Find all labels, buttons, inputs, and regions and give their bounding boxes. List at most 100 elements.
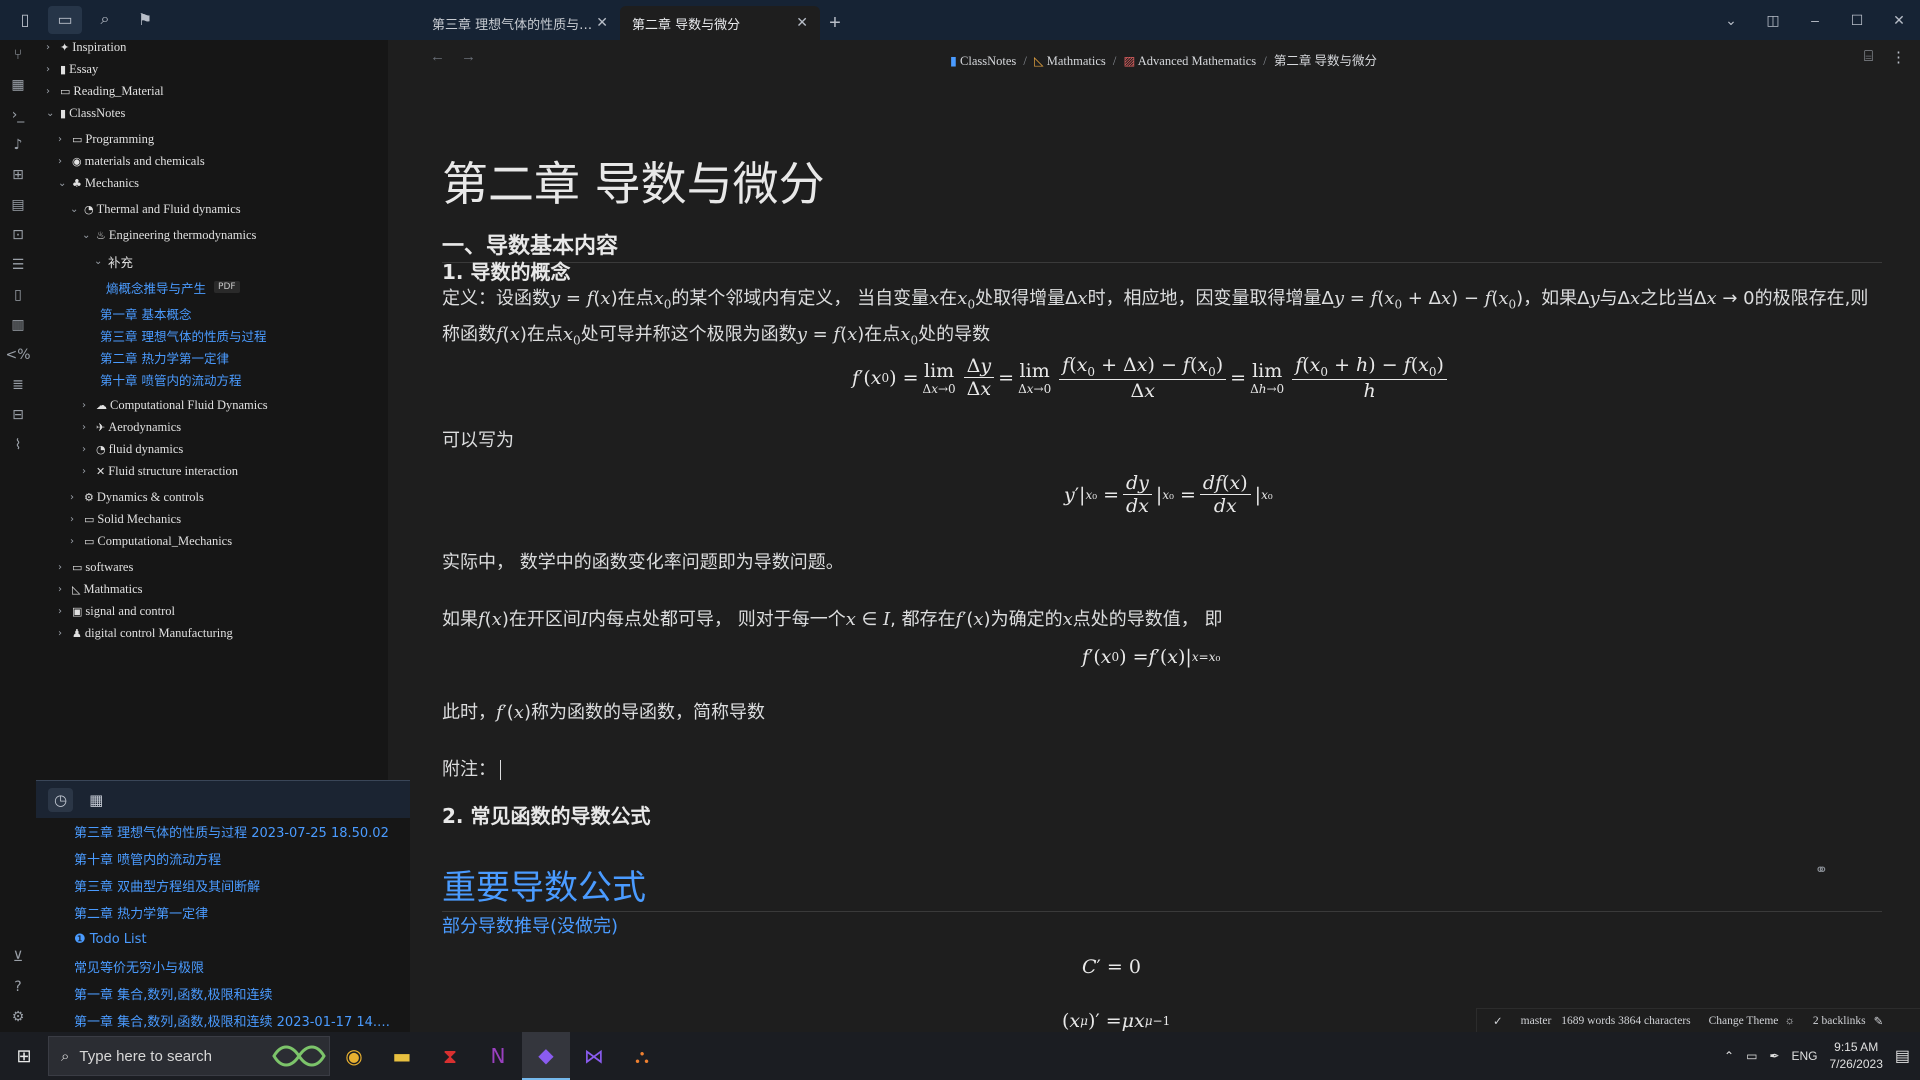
tree-item[interactable]: › ▭ Programming: [58, 128, 154, 150]
clock-icon[interactable]: ◷: [48, 787, 74, 812]
chrome-icon[interactable]: ◉: [330, 1032, 378, 1080]
chevron-down-icon[interactable]: ⌄: [82, 230, 96, 241]
tree-item[interactable]: › ▣ signal and control: [58, 600, 175, 622]
terminal-icon[interactable]: ›_: [0, 100, 36, 130]
minimize-button[interactable]: –: [1794, 12, 1836, 28]
chevron-up-icon[interactable]: ⌃: [1724, 1049, 1734, 1063]
chevron-down-icon[interactable]: ⌄: [58, 178, 72, 189]
breadcrumb-item[interactable]: Mathmatics: [1047, 54, 1106, 68]
tree-item[interactable]: › ✈ Aerodynamics: [82, 416, 181, 438]
close-icon[interactable]: ✕: [596, 15, 608, 31]
breadcrumb-current[interactable]: 第二章 导数与微分: [1274, 54, 1377, 68]
tree-item[interactable]: 第十章 喷管内的流动方程: [100, 368, 241, 390]
notification-icon[interactable]: ▤: [1895, 1046, 1910, 1066]
chevron-right-icon[interactable]: ›: [58, 562, 72, 573]
breadcrumb-item[interactable]: ClassNotes: [960, 54, 1016, 68]
tree-item[interactable]: 第二章 热力学第一定律: [100, 346, 229, 368]
maximize-button[interactable]: ☐: [1836, 12, 1878, 29]
table-icon[interactable]: ▥: [0, 310, 36, 340]
taskbar-search-input[interactable]: ⌕ Type here to search: [48, 1036, 330, 1076]
chevron-right-icon[interactable]: ›: [82, 444, 96, 455]
tab-ideal-gas[interactable]: 第三章 理想气体的性质与过程 ✕: [420, 6, 620, 40]
help-icon[interactable]: ?: [0, 972, 36, 1002]
vault-switch-icon[interactable]: ⊻: [0, 942, 36, 972]
recent-file-item[interactable]: 第二章 热力学第一定律: [74, 899, 404, 926]
graph-icon[interactable]: ⑂: [0, 40, 36, 70]
paperclip-icon[interactable]: ⌇: [0, 430, 36, 460]
scrollbar[interactable]: [383, 40, 388, 780]
sidebar-toggle-icon[interactable]: ▯: [8, 6, 42, 34]
tree-item[interactable]: ⌄ ♣ Mechanics: [58, 172, 139, 194]
backlinks-count[interactable]: 2 backlinks: [1813, 1015, 1866, 1027]
chevron-right-icon[interactable]: ›: [82, 400, 96, 411]
acrobat-icon[interactable]: ⧗: [426, 1032, 474, 1080]
tree-item[interactable]: › ▭ Computational_Mechanics: [70, 530, 232, 552]
calendar-icon[interactable]: ▦: [89, 791, 103, 809]
file-explorer-app-icon[interactable]: ▬: [378, 1032, 426, 1080]
chevron-down-icon[interactable]: ⌄: [46, 108, 60, 119]
tree-item[interactable]: › ▭ Solid Mechanics: [70, 508, 181, 530]
microphone-icon[interactable]: ♪: [0, 130, 36, 160]
chevron-right-icon[interactable]: ›: [70, 514, 84, 525]
tree-item[interactable]: ⌄ ♨ Engineering thermodynamics: [82, 224, 256, 246]
settings-icon[interactable]: ⚙: [0, 1002, 36, 1032]
search-icon[interactable]: ⌕: [88, 6, 122, 34]
tree-item[interactable]: › ✦ Inspiration: [46, 40, 126, 58]
recent-file-item[interactable]: 第十章 喷管内的流动方程: [74, 845, 404, 872]
tree-item[interactable]: › ◔ fluid dynamics: [82, 438, 183, 460]
template-icon[interactable]: ☰: [0, 250, 36, 280]
grid-icon[interactable]: ⊞: [0, 160, 36, 190]
tree-item[interactable]: 第三章 理想气体的性质与过程: [100, 324, 266, 346]
tree-item[interactable]: › ◺ Mathmatics: [58, 578, 142, 600]
onenote-icon[interactable]: N: [474, 1032, 522, 1080]
kanban-icon[interactable]: ▤: [0, 190, 36, 220]
recent-file-item[interactable]: 常见等价无穷小与极限: [74, 953, 404, 980]
percent-code-icon[interactable]: <%: [0, 340, 36, 370]
forward-arrow-icon[interactable]: →: [461, 48, 476, 65]
close-icon[interactable]: ✕: [796, 15, 808, 31]
recent-file-item[interactable]: ❶ Todo List: [74, 926, 404, 953]
chevron-right-icon[interactable]: ›: [46, 86, 60, 97]
chevron-right-icon[interactable]: ›: [82, 466, 96, 477]
visual-studio-icon[interactable]: ⋈: [570, 1032, 618, 1080]
chevron-right-icon[interactable]: ›: [70, 536, 84, 547]
new-tab-button[interactable]: +: [820, 6, 850, 40]
sun-icon[interactable]: ☼: [1784, 1015, 1795, 1027]
pen-icon[interactable]: ✒: [1769, 1049, 1779, 1063]
chevron-right-icon[interactable]: ›: [82, 422, 96, 433]
tree-item[interactable]: ⌄ 补充: [94, 250, 133, 272]
tab-list-chevron-icon[interactable]: ⌄: [1710, 12, 1752, 29]
chevron-down-icon[interactable]: ⌄: [94, 256, 108, 267]
chevron-right-icon[interactable]: ›: [70, 492, 84, 503]
tree-item[interactable]: › ✕ Fluid structure interaction: [82, 460, 238, 482]
layout-icon[interactable]: ⊟: [0, 400, 36, 430]
chevron-right-icon[interactable]: ›: [58, 584, 72, 595]
drawio-icon[interactable]: ⛬: [618, 1032, 666, 1080]
tree-item[interactable]: › ▭ Reading_Material: [46, 80, 164, 102]
chevron-right-icon[interactable]: ›: [46, 64, 60, 75]
tree-item[interactable]: ⌄ ◔ Thermal and Fluid dynamics: [70, 198, 241, 220]
tab-derivative[interactable]: 第二章 导数与微分 ✕: [620, 6, 820, 40]
language-indicator[interactable]: ENG: [1791, 1049, 1817, 1063]
canvas-icon[interactable]: ⊡: [0, 220, 36, 250]
close-window-button[interactable]: ✕: [1878, 12, 1920, 29]
clock[interactable]: 9:15 AM 7/26/2023: [1829, 1039, 1882, 1073]
git-branch[interactable]: master: [1521, 1015, 1552, 1027]
tree-item[interactable]: › ▭ softwares: [58, 556, 133, 578]
tree-item[interactable]: ⌄ ▮ ClassNotes: [46, 102, 125, 124]
more-options-icon[interactable]: ⋮: [1891, 48, 1906, 66]
chevron-right-icon[interactable]: ›: [58, 134, 72, 145]
recent-file-item[interactable]: 第三章 理想气体的性质与过程 2023-07-25 18.50.02: [74, 818, 404, 845]
windows-start-icon[interactable]: ⊞: [0, 1032, 48, 1080]
right-sidebar-toggle-icon[interactable]: ◫: [1752, 12, 1794, 29]
tree-item[interactable]: › ▮ Essay: [46, 58, 98, 80]
tree-item[interactable]: › ♟ digital control Manufacturing: [58, 622, 233, 644]
recent-file-item[interactable]: 第三章 双曲型方程组及其间断解: [74, 872, 404, 899]
chevron-right-icon[interactable]: ›: [58, 606, 72, 617]
recent-file-item[interactable]: 第一章 集合,数列,函数,极限和连续: [74, 980, 404, 1007]
reading-view-icon[interactable]: ⌸: [1864, 48, 1873, 66]
chevron-right-icon[interactable]: ›: [58, 156, 72, 167]
derivation-link[interactable]: 部分导数推导(没做完): [442, 912, 618, 938]
chevron-right-icon[interactable]: ›: [46, 42, 60, 53]
recent-file-item[interactable]: 第一章 集合,数列,函数,极限和连续 2023-01-17 14.…: [74, 1007, 404, 1032]
